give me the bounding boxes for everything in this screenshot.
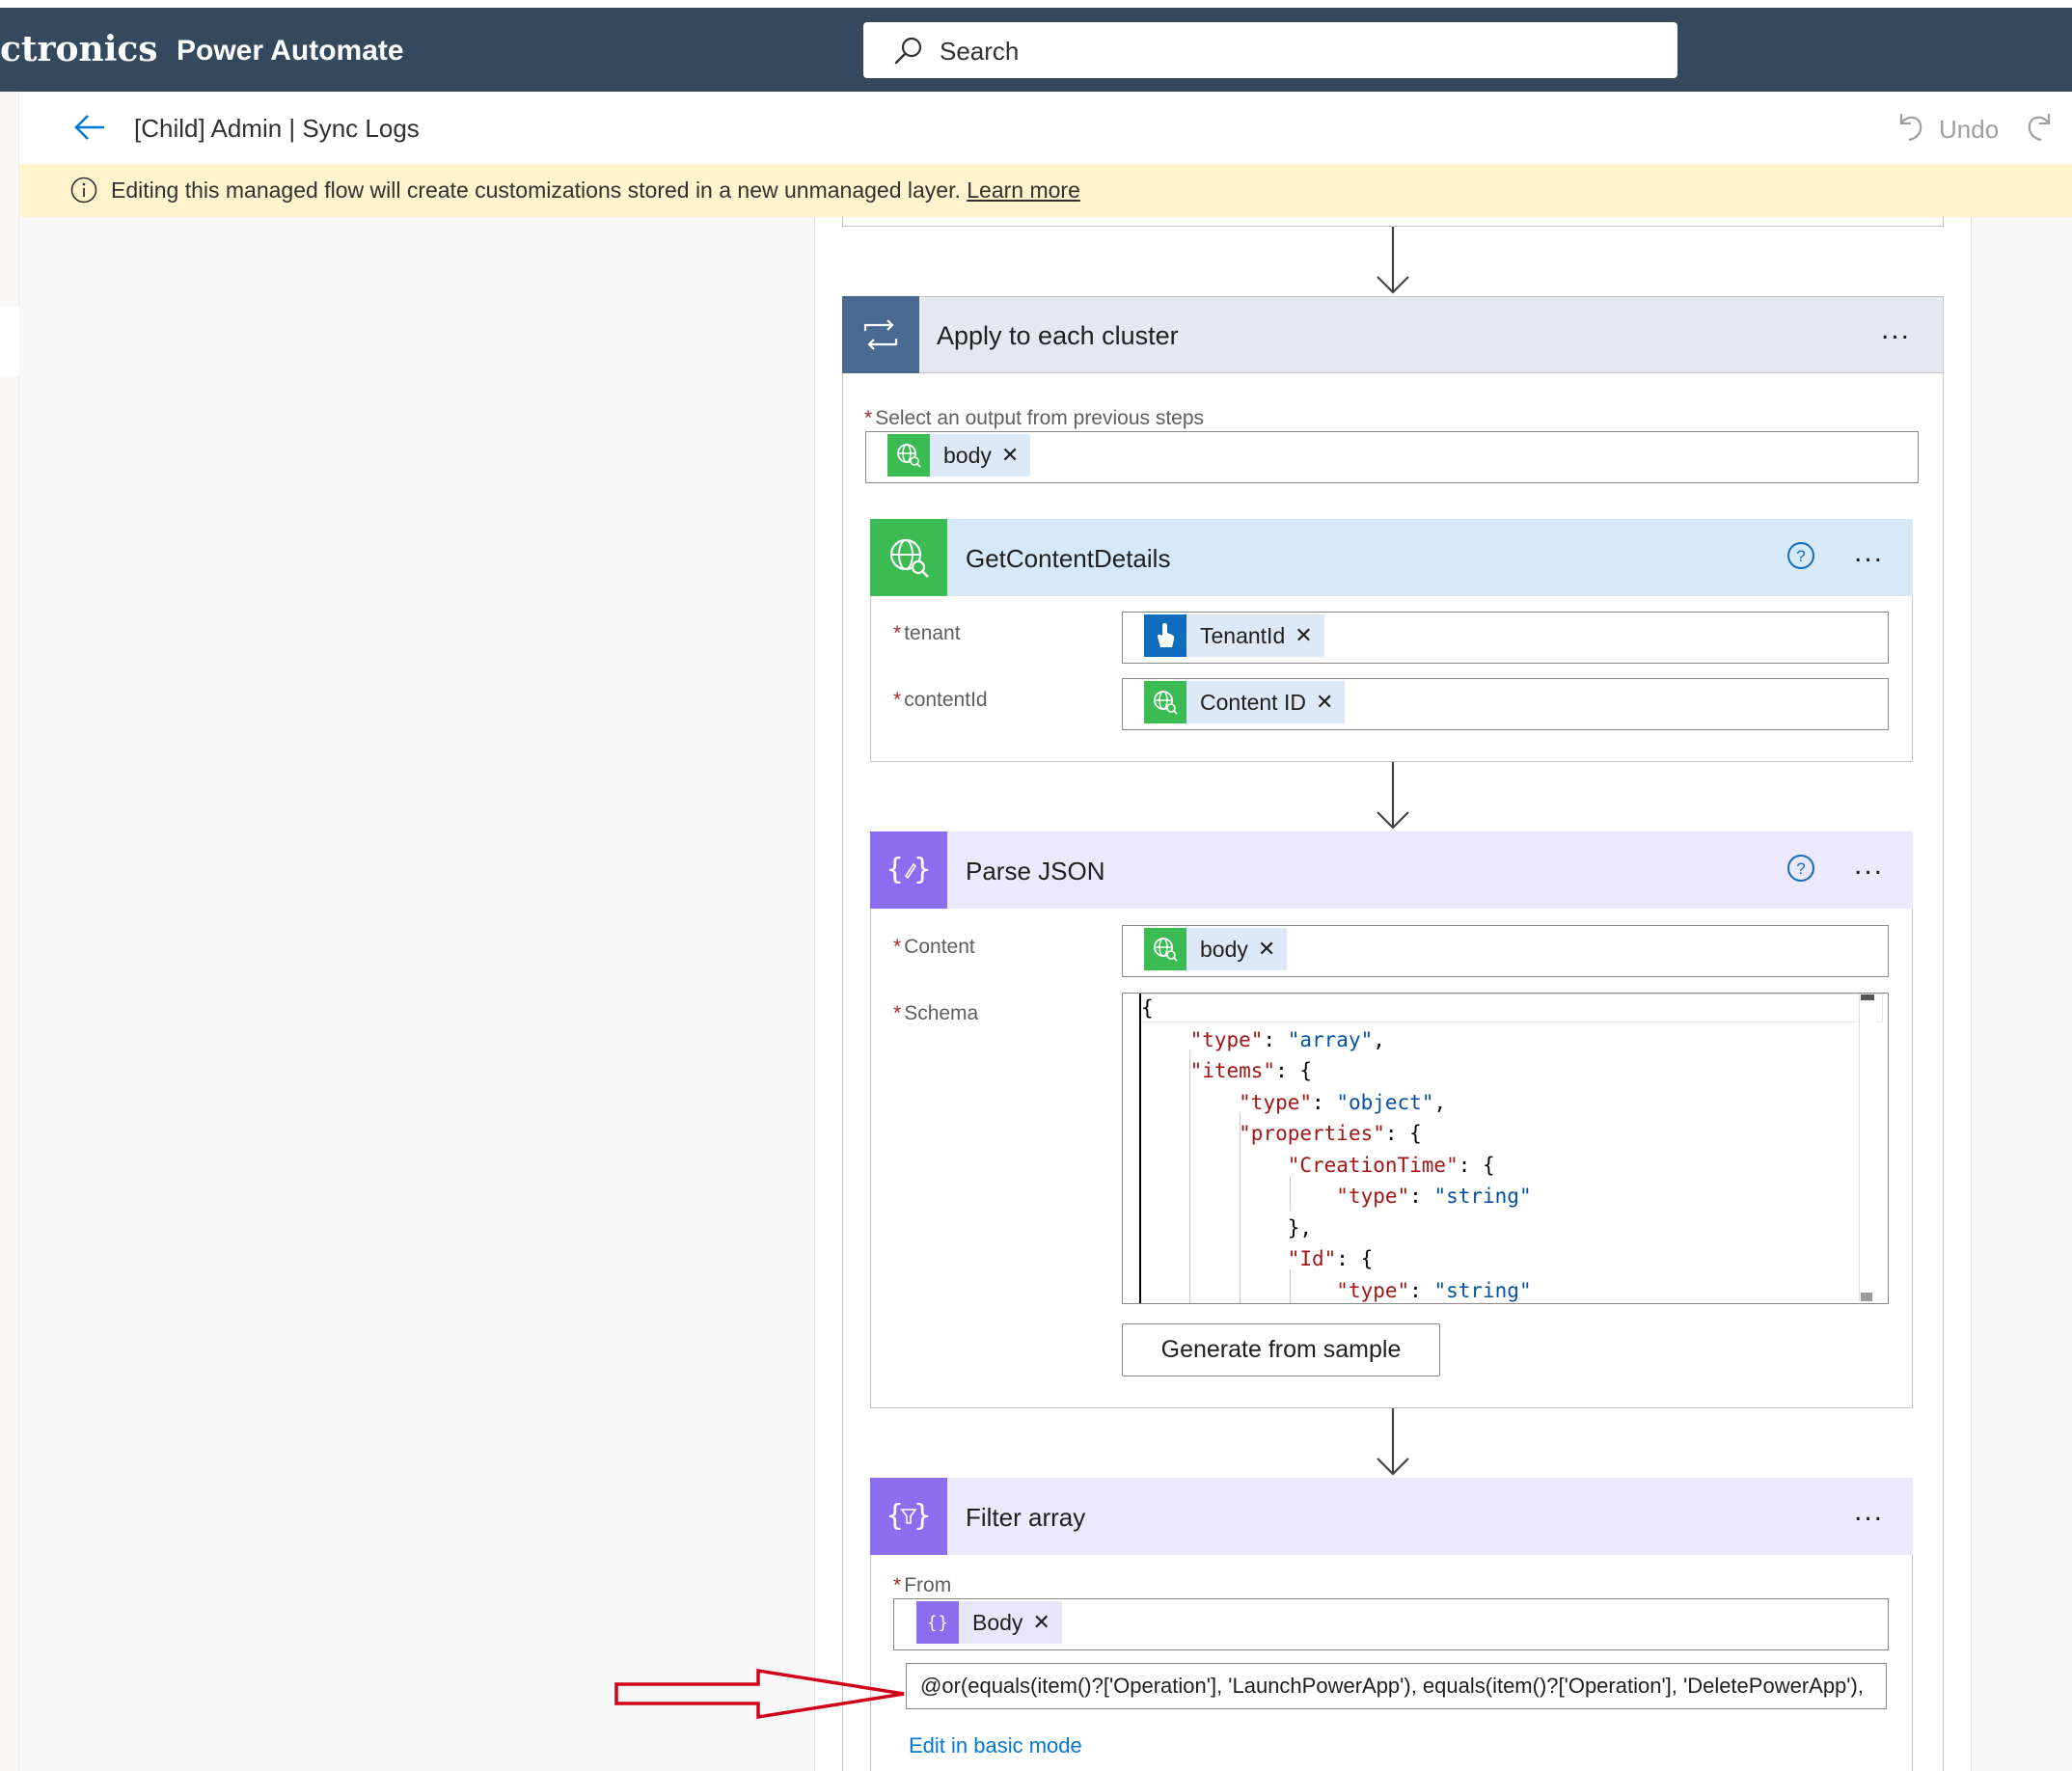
- content-id-token[interactable]: Content ID ✕: [1144, 681, 1346, 723]
- from-label: * From: [893, 1574, 952, 1596]
- tenant-label: * tenant: [893, 622, 961, 644]
- resize-handle[interactable]: [1861, 1293, 1872, 1301]
- info-icon: [70, 177, 97, 204]
- undo-icon[interactable]: [1895, 108, 1924, 143]
- flow-title: [Child] Admin | Sync Logs: [134, 114, 420, 143]
- generate-from-sample-button[interactable]: Generate from sample: [1122, 1323, 1440, 1376]
- svg-text:?: ?: [1796, 547, 1805, 565]
- previous-step-card: [842, 217, 1944, 227]
- content-label: * Content: [893, 936, 975, 958]
- filter-expression-input[interactable]: @or(equals(item()?['Operation'], 'Launch…: [906, 1663, 1887, 1709]
- undo-button[interactable]: Undo: [1939, 115, 1999, 145]
- schema-line: "type": "array",: [1189, 1027, 1385, 1051]
- http-globe-icon: [1144, 928, 1186, 970]
- schema-line: "type": "string": [1336, 1278, 1532, 1302]
- annotation-arrow-icon: [614, 1668, 905, 1720]
- schema-line: },: [1141, 1215, 1313, 1240]
- token-label: body: [1200, 936, 1248, 962]
- canvas-background-left: [19, 217, 815, 1771]
- token-label: body: [943, 442, 992, 468]
- loop-icon: [842, 296, 919, 373]
- get-content-details-title: GetContentDetails: [966, 544, 1171, 573]
- filter-array-more-menu[interactable]: ...: [1854, 1495, 1884, 1528]
- schema-line: "items": {: [1189, 1059, 1313, 1082]
- remove-token-icon[interactable]: ✕: [1032, 1610, 1061, 1635]
- schema-line: "type": "object",: [1239, 1090, 1447, 1114]
- data-operation-icon: { }: [870, 831, 947, 909]
- schema-line: "type": "string": [1336, 1185, 1532, 1208]
- http-globe-icon: [1144, 681, 1186, 723]
- http-globe-icon: [870, 519, 947, 596]
- remove-token-icon[interactable]: ✕: [1001, 443, 1030, 468]
- token-label: Body: [972, 1609, 1023, 1635]
- remove-token-icon[interactable]: ✕: [1258, 937, 1287, 962]
- svg-text:{ }: { }: [886, 1499, 931, 1533]
- schema-line: "Id": {: [1287, 1247, 1374, 1270]
- help-icon[interactable]: ?: [1786, 854, 1815, 883]
- touch-trigger-icon: [1144, 614, 1186, 657]
- token-label: Content ID: [1200, 689, 1306, 715]
- left-rail-highlight: [0, 307, 19, 376]
- svg-text:{ }: { }: [886, 853, 931, 886]
- remove-token-icon[interactable]: ✕: [1295, 623, 1323, 648]
- top-strip: [0, 0, 2072, 8]
- schema-line: "properties": {: [1239, 1122, 1422, 1145]
- search-placeholder: Search: [940, 37, 1020, 66]
- schema-line: "CreationTime": {: [1287, 1153, 1495, 1177]
- apply-to-each-title: Apply to each cluster: [937, 321, 1179, 350]
- connector-arrow: [1377, 762, 1409, 830]
- body-token[interactable]: body ✕: [1144, 928, 1288, 970]
- tenant-id-token[interactable]: TenantId ✕: [1144, 614, 1324, 657]
- select-output-label: * Select an output from previous steps: [864, 407, 1205, 429]
- apply-to-each-more-menu[interactable]: ...: [1881, 313, 1911, 346]
- schema-label: * Schema: [893, 1002, 979, 1024]
- svg-text:?: ?: [1796, 859, 1805, 878]
- connector-arrow: [1377, 227, 1409, 294]
- redo-icon[interactable]: [2026, 108, 2055, 143]
- body-token[interactable]: {} Body ✕: [916, 1601, 1062, 1644]
- app-title[interactable]: Power Automate: [177, 35, 404, 68]
- org-name: ctronics: [0, 29, 158, 69]
- schema-line: {: [1141, 996, 1154, 1020]
- notice-message: Editing this managed flow will create cu…: [111, 177, 961, 203]
- content-id-label: * contentId: [893, 689, 988, 711]
- remove-token-icon[interactable]: ✕: [1316, 690, 1345, 715]
- token-label: TenantId: [1200, 622, 1286, 648]
- scrollbar-thumb-top[interactable]: [1861, 994, 1874, 1000]
- notice-text: Editing this managed flow will create cu…: [111, 177, 1080, 204]
- edit-in-basic-mode-link[interactable]: Edit in basic mode: [909, 1733, 1082, 1758]
- parse-json-title: Parse JSON: [966, 857, 1105, 886]
- schema-code: { "type": "array", "items": { "type": "o…: [1141, 993, 1532, 1306]
- back-arrow-icon[interactable]: [71, 108, 110, 147]
- data-operation-icon: {}: [916, 1601, 959, 1644]
- help-icon[interactable]: ?: [1786, 541, 1815, 570]
- search-icon: [894, 37, 922, 65]
- body-token[interactable]: body ✕: [887, 434, 1031, 477]
- get-content-details-more-menu[interactable]: ...: [1854, 536, 1884, 569]
- parse-json-more-menu[interactable]: ...: [1854, 849, 1884, 882]
- connector-arrow: [1377, 1408, 1409, 1476]
- schema-scrollbar[interactable]: [1859, 994, 1876, 1301]
- svg-text:{}: {}: [927, 1613, 949, 1633]
- canvas-background-right: [1971, 217, 2072, 1771]
- filter-array-title: Filter array: [966, 1503, 1086, 1532]
- http-globe-icon: [887, 434, 930, 477]
- learn-more-link[interactable]: Learn more: [967, 177, 1080, 203]
- filter-icon: { }: [870, 1478, 947, 1555]
